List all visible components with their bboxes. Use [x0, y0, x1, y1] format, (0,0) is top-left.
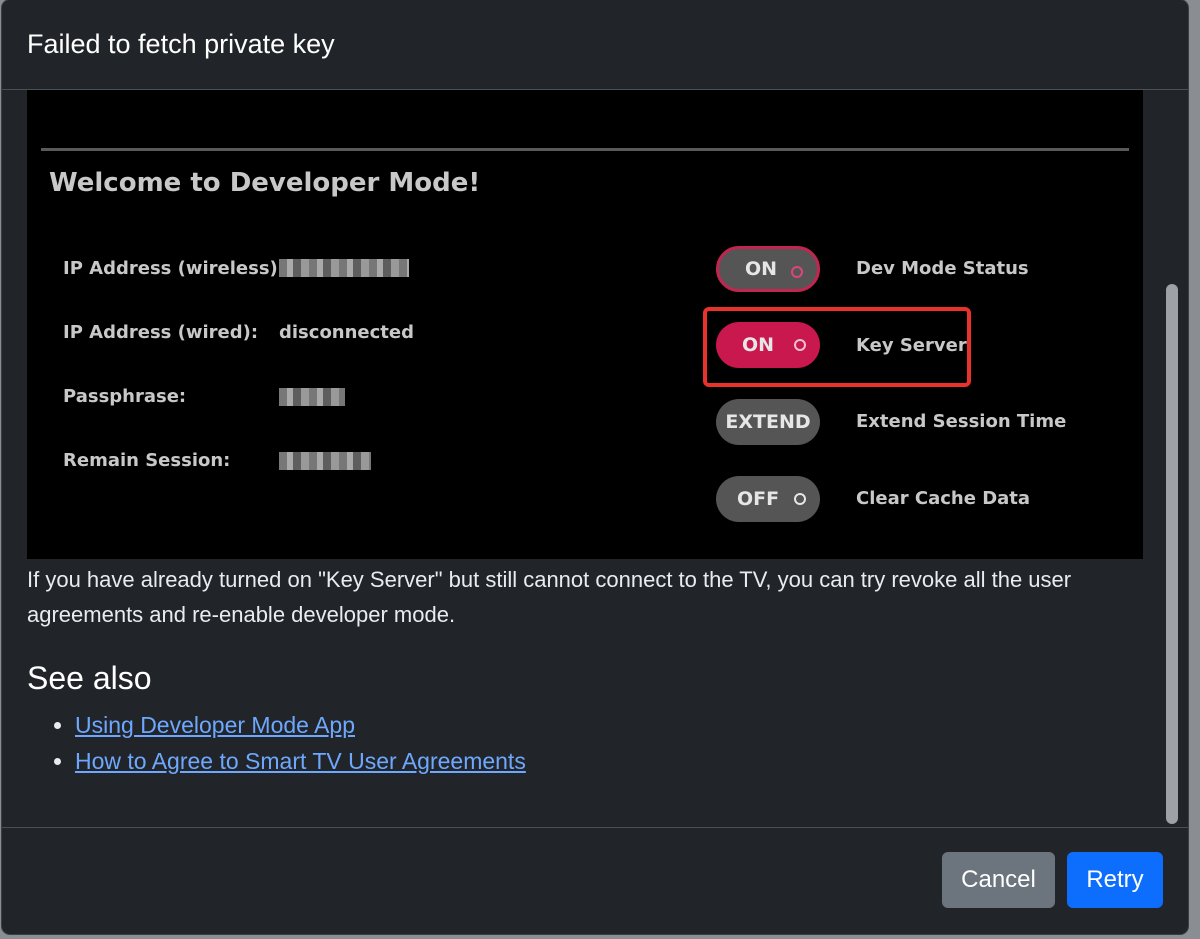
dialog-footer: Cancel Retry — [2, 827, 1188, 934]
extend-session-button: EXTEND — [716, 399, 820, 445]
list-item: Using Developer Mode App — [75, 707, 1145, 743]
clear-cache-label: Clear Cache Data — [856, 488, 1031, 509]
remain-session-redacted-value — [279, 452, 371, 470]
ip-wired-value: disconnected — [279, 322, 415, 343]
list-item: How to Agree to Smart TV User Agreements — [75, 743, 1145, 779]
link-using-developer-mode-app[interactable]: Using Developer Mode App — [75, 712, 355, 738]
dev-mode-status-label: Dev Mode Status — [856, 258, 1029, 279]
tv-divider — [41, 148, 1129, 151]
link-agree-user-agreements[interactable]: How to Agree to Smart TV User Agreements — [75, 748, 526, 774]
cancel-button[interactable]: Cancel — [942, 852, 1055, 908]
toggle-indicator-icon — [794, 339, 806, 351]
error-dialog: Failed to fetch private key Welcome to D… — [2, 0, 1188, 934]
ip-wired-label: IP Address (wired): — [63, 322, 259, 343]
dialog-header: Failed to fetch private key — [2, 0, 1188, 90]
key-server-label: Key Server — [856, 335, 967, 356]
vertical-scrollbar[interactable] — [1166, 98, 1180, 825]
clear-cache-toggle: OFF — [716, 476, 820, 522]
dialog-content: Welcome to Developer Mode! IP Address (w… — [27, 90, 1145, 827]
ip-wireless-label: IP Address (wireless): — [63, 258, 285, 279]
dialog-title: Failed to fetch private key — [27, 29, 335, 59]
see-also-list: Using Developer Mode App How to Agree to… — [27, 707, 1145, 779]
toggle-indicator-icon — [794, 493, 806, 505]
help-message: If you have already turned on "Key Serve… — [27, 567, 1072, 627]
dialog-body[interactable]: Welcome to Developer Mode! IP Address (w… — [2, 90, 1188, 827]
passphrase-label: Passphrase: — [63, 386, 187, 407]
ip-wireless-redacted-value — [279, 259, 409, 277]
clear-cache-toggle-text: OFF — [736, 488, 780, 510]
dev-mode-status-toggle: ON — [716, 246, 820, 292]
toggle-indicator-icon — [791, 266, 803, 278]
extend-session-label: Extend Session Time — [856, 411, 1067, 432]
extend-session-button-text: EXTEND — [725, 411, 811, 433]
retry-button[interactable]: Retry — [1067, 852, 1163, 908]
see-also-heading: See also — [27, 660, 152, 696]
key-server-toggle-text: ON — [741, 334, 775, 356]
developer-mode-screenshot: Welcome to Developer Mode! IP Address (w… — [27, 90, 1143, 559]
key-server-toggle: ON — [716, 322, 820, 368]
passphrase-redacted-value — [279, 388, 345, 406]
tv-heading: Welcome to Developer Mode! — [49, 168, 481, 198]
scrollbar-thumb[interactable] — [1166, 284, 1178, 824]
remain-session-label: Remain Session: — [63, 450, 231, 471]
